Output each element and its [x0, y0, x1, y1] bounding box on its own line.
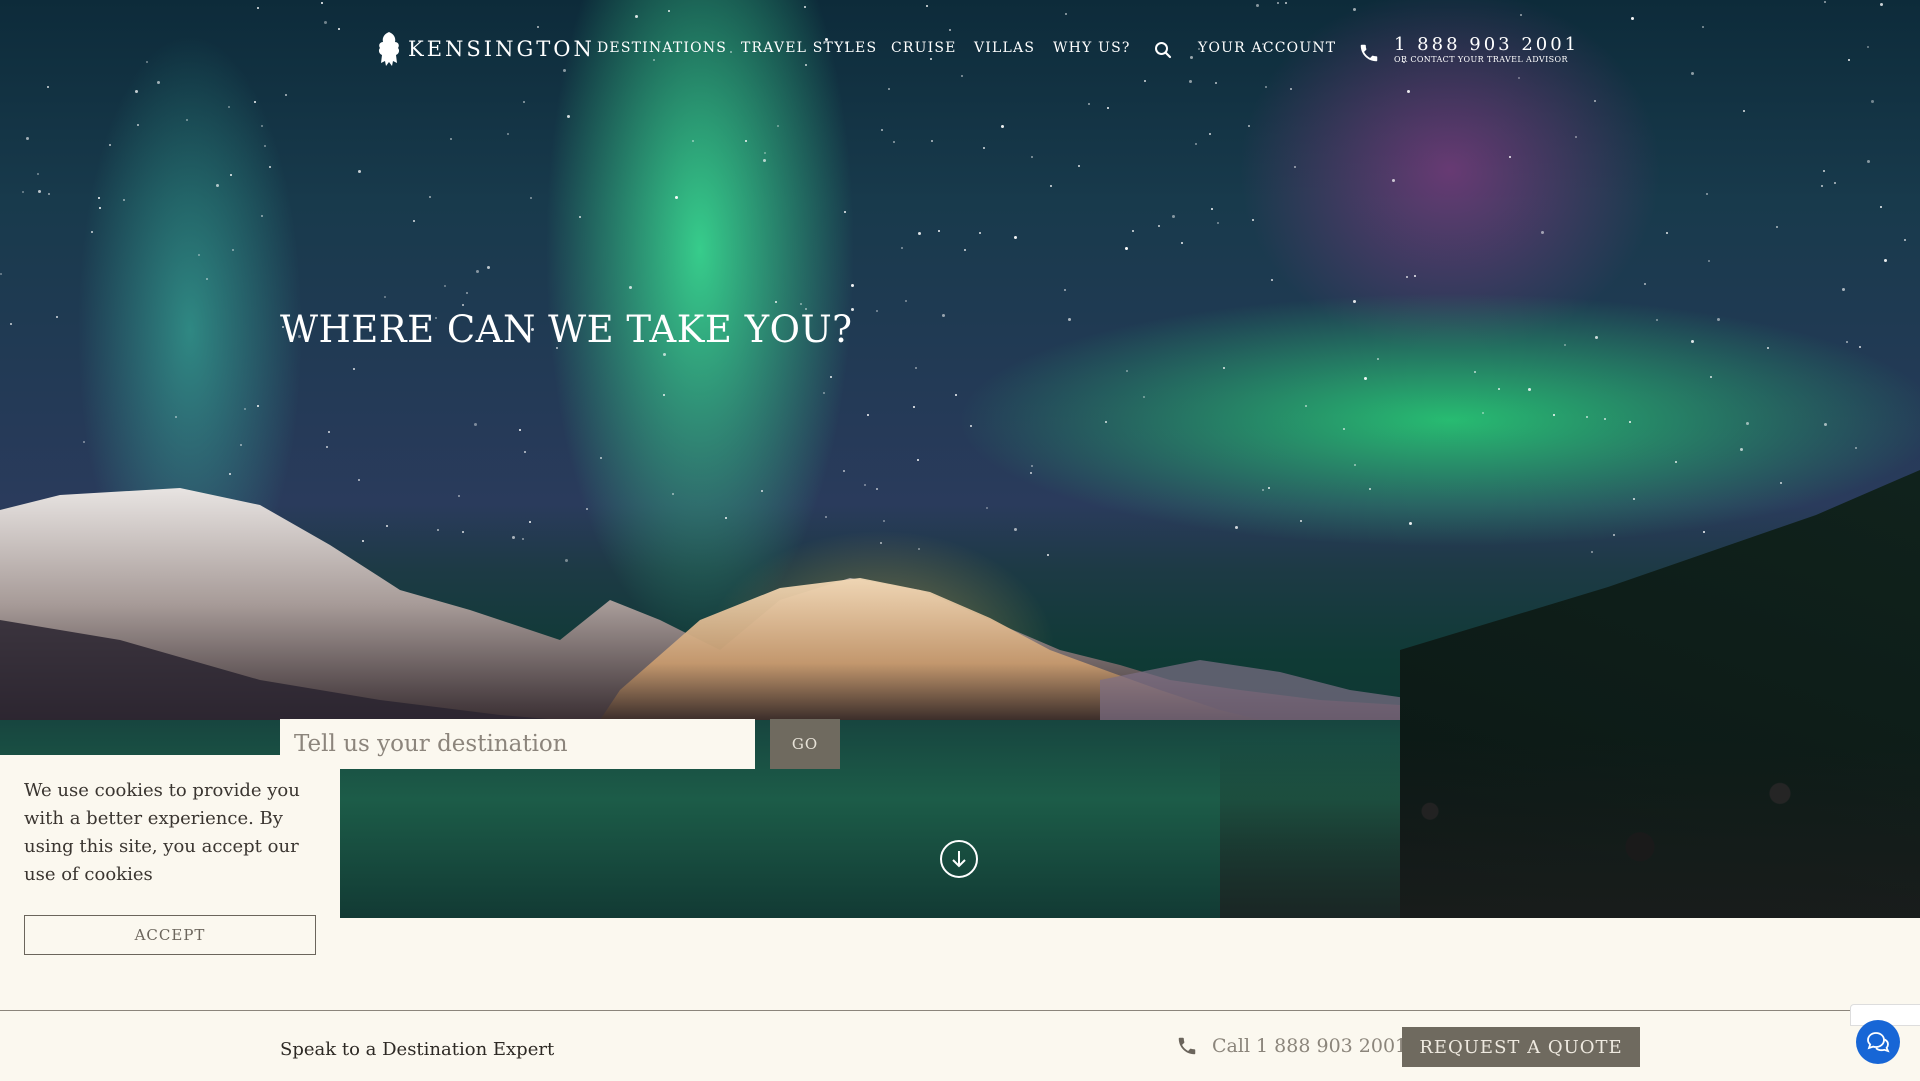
nav-villas[interactable]: VILLAS [974, 40, 1035, 56]
go-button[interactable]: GO [770, 719, 840, 769]
destination-search-input[interactable] [280, 719, 755, 769]
arrow-down-circle-icon [952, 851, 966, 868]
sticky-contact-bar: Speak to a Destination Expert Call 1 888… [0, 1010, 1920, 1081]
cookie-banner: We use cookies to provide you with a bet… [0, 755, 340, 1015]
rocky-shore [1220, 740, 1920, 918]
hero-headline: WHERE CAN WE TAKE YOU? [280, 308, 853, 351]
nav-destinations[interactable]: DESTINATIONS [597, 40, 727, 56]
griffin-logo-icon [378, 32, 400, 66]
scroll-down-button[interactable] [940, 840, 978, 878]
nav-your-account[interactable]: YOUR ACCOUNT [1198, 40, 1336, 56]
nav-travel-styles[interactable]: TRAVEL STYLES [741, 40, 877, 56]
phone-icon [1178, 1037, 1196, 1055]
cookie-message: We use cookies to provide you with a bet… [24, 780, 300, 885]
brand-name: KENSINGTON [408, 37, 595, 61]
top-navigation: KENSINGTON DESTINATIONS TRAVEL STYLES CR… [0, 0, 1920, 100]
accept-cookies-button[interactable]: ACCEPT [24, 915, 316, 955]
nav-cruise[interactable]: CRUISE [891, 40, 957, 56]
contact-advisor-link[interactable]: OR CONTACT YOUR TRAVEL ADVISOR [1394, 55, 1568, 64]
request-quote-button[interactable]: REQUEST A QUOTE [1402, 1027, 1640, 1067]
header-phone-number[interactable]: 1 888 903 2001 [1394, 34, 1579, 55]
search-icon[interactable] [1154, 41, 1172, 59]
chat-button[interactable] [1856, 1020, 1900, 1064]
chat-bubbles-icon [1867, 1032, 1890, 1053]
phone-icon [1360, 44, 1378, 62]
call-link[interactable]: Call 1 888 903 2001 [1212, 1035, 1407, 1057]
brand-logo[interactable]: KENSINGTON [374, 30, 595, 68]
speak-to-expert-label: Speak to a Destination Expert [280, 1039, 555, 1060]
nav-why-us[interactable]: WHY US? [1053, 40, 1131, 56]
